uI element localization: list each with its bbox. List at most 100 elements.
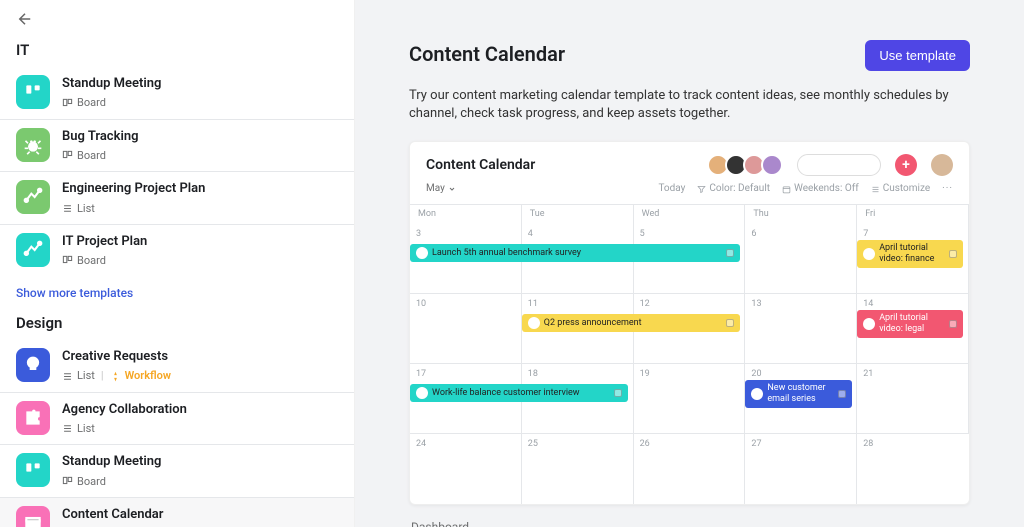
template-tag: List: [62, 201, 95, 216]
customize-button[interactable]: Customize: [871, 182, 930, 196]
event-checkbox[interactable]: [949, 320, 957, 328]
template-name: Standup Meeting: [62, 453, 161, 471]
calendar-day[interactable]: 13: [745, 294, 857, 363]
calendar-day[interactable]: 6: [745, 224, 857, 293]
section-title: Design: [0, 309, 354, 340]
template-item[interactable]: Engineering Project Plan List: [0, 171, 354, 224]
calendar-day[interactable]: 25: [522, 434, 634, 504]
event-checkbox[interactable]: [726, 249, 734, 257]
me-avatar[interactable]: [931, 154, 953, 176]
avatar: [761, 154, 783, 176]
month-selector[interactable]: May: [426, 182, 456, 196]
preview-title: Content Calendar: [426, 156, 703, 176]
plan-icon: [16, 180, 50, 214]
event-checkbox[interactable]: [838, 390, 846, 398]
view-label: Dashboard: [409, 505, 970, 527]
template-name: Agency Collaboration: [62, 401, 187, 419]
more-menu[interactable]: ···: [942, 182, 953, 196]
event-avatar: [751, 388, 763, 400]
event-title: Launch 5th annual benchmark survey: [432, 247, 722, 260]
template-name: Content Calendar: [62, 506, 163, 524]
weekday-header: Wed: [634, 205, 746, 224]
calendar-event[interactable]: Launch 5th annual benchmark survey: [410, 244, 740, 262]
color-filter[interactable]: Color: Default: [697, 182, 770, 196]
calendar-event[interactable]: April tutorial video: finance: [857, 240, 963, 268]
event-title: Q2 press announcement: [544, 317, 722, 330]
plan-icon: [16, 233, 50, 267]
section-title: IT: [0, 36, 354, 67]
template-item[interactable]: IT Project Plan Board: [0, 224, 354, 277]
template-tag: Workflow: [110, 368, 171, 383]
filter-icon: [697, 185, 706, 194]
calendar-day[interactable]: 27: [745, 434, 857, 504]
weekday-header: Thu: [745, 205, 857, 224]
calendar: MonTueWedThuFri 34567Launch 5th annual b…: [410, 204, 969, 504]
calendar-icon: [782, 185, 791, 194]
template-sidebar: ITStandup MeetingBoardBug TrackingBoardE…: [0, 0, 355, 527]
add-button[interactable]: +: [895, 154, 917, 176]
collaborator-avatars[interactable]: [711, 154, 783, 176]
puzzle-icon: [16, 401, 50, 435]
lightbulb-icon: [16, 348, 50, 382]
weekday-header: Fri: [857, 205, 969, 224]
event-title: April tutorial video: legal: [879, 313, 945, 335]
template-tag: Board: [62, 95, 106, 110]
calendar-day[interactable]: 21: [857, 364, 969, 433]
event-title: New customer email series: [767, 383, 833, 405]
template-description: Try our content marketing calendar templ…: [409, 87, 969, 123]
template-name: Engineering Project Plan: [62, 180, 205, 198]
template-item[interactable]: Bug TrackingBoard: [0, 119, 354, 172]
search-input[interactable]: [797, 154, 881, 176]
today-button[interactable]: Today: [658, 182, 685, 196]
template-preview: Content Calendar + May Today Color: Defa…: [409, 141, 970, 505]
template-tag: Board: [62, 474, 106, 489]
sliders-icon: [871, 185, 880, 194]
event-avatar: [528, 317, 540, 329]
chevron-down-icon: [448, 185, 456, 193]
calendar-day[interactable]: 19: [634, 364, 746, 433]
calendar-event[interactable]: New customer email series: [745, 380, 851, 408]
template-tag: List: [62, 421, 95, 436]
calendar-icon: [16, 506, 50, 527]
template-item[interactable]: Content CalendarCalendar: [0, 497, 354, 527]
calendar-day[interactable]: 26: [634, 434, 746, 504]
show-more-link[interactable]: Show more templates: [0, 277, 354, 310]
template-name: Creative Requests: [62, 348, 171, 366]
arrow-left-icon: [16, 10, 34, 28]
template-item[interactable]: Agency Collaboration List: [0, 392, 354, 445]
template-item[interactable]: Standup Meeting Board: [0, 444, 354, 497]
event-checkbox[interactable]: [949, 250, 957, 258]
template-name: IT Project Plan: [62, 233, 147, 251]
board-icon: [16, 453, 50, 487]
event-avatar: [863, 248, 875, 260]
weekends-toggle[interactable]: Weekends: Off: [782, 182, 859, 196]
calendar-day[interactable]: 24: [410, 434, 522, 504]
calendar-event[interactable]: April tutorial video: legal: [857, 310, 963, 338]
template-detail: Content Calendar Use template Try our co…: [355, 0, 1024, 527]
template-item[interactable]: Standup Meeting Board: [0, 67, 354, 119]
event-avatar: [863, 318, 875, 330]
template-name: Bug Tracking: [62, 128, 138, 146]
calendar-day[interactable]: 28: [857, 434, 969, 504]
month-label: May: [426, 182, 445, 196]
weekday-header: Mon: [410, 205, 522, 224]
event-avatar: [416, 247, 428, 259]
template-tag: List: [62, 368, 95, 383]
back-button[interactable]: [0, 0, 354, 36]
calendar-event[interactable]: Q2 press announcement: [522, 314, 740, 332]
bug-icon: [16, 128, 50, 162]
event-title: April tutorial video: finance: [879, 243, 945, 265]
event-title: Work-life balance customer interview: [432, 387, 610, 400]
use-template-button[interactable]: Use template: [865, 40, 970, 71]
event-checkbox[interactable]: [614, 389, 622, 397]
template-name: Standup Meeting: [62, 75, 161, 93]
weekday-header: Tue: [522, 205, 634, 224]
template-tag: Board: [62, 253, 106, 268]
template-item[interactable]: Creative RequestsList|Workflow: [0, 340, 354, 392]
board-icon: [16, 75, 50, 109]
event-avatar: [416, 387, 428, 399]
calendar-day[interactable]: 10: [410, 294, 522, 363]
page-title: Content Calendar: [409, 40, 565, 68]
calendar-event[interactable]: Work-life balance customer interview: [410, 384, 628, 402]
event-checkbox[interactable]: [726, 319, 734, 327]
